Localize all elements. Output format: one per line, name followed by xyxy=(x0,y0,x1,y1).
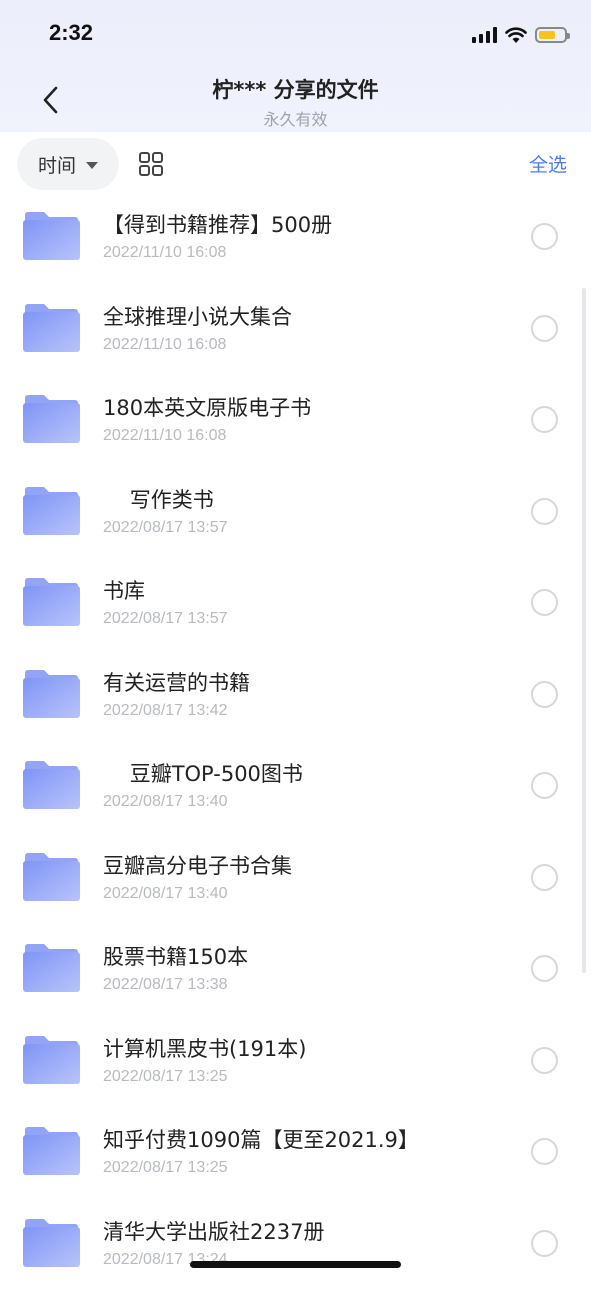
file-name: 知乎付费1090篇【更至2021.9】 xyxy=(103,1124,419,1154)
file-name: 计算机黑皮书(191本) xyxy=(103,1033,306,1063)
file-row[interactable]: 书库 2022/08/17 13:57 xyxy=(0,557,591,649)
file-name: 有关运营的书籍 xyxy=(103,667,250,697)
folder-icon xyxy=(22,943,80,993)
file-name: 写作类书 xyxy=(103,484,214,514)
folder-icon xyxy=(22,394,80,444)
file-date: 2022/08/17 13:57 xyxy=(103,610,228,628)
file-row[interactable]: 知乎付费1090篇【更至2021.9】 2022/08/17 13:25 xyxy=(0,1106,591,1198)
file-name: 股票书籍150本 xyxy=(103,941,248,971)
select-radio[interactable] xyxy=(531,681,558,708)
file-name: 【得到书籍推荐】500册 xyxy=(103,209,332,239)
select-radio[interactable] xyxy=(531,589,558,616)
file-date: 2022/08/17 13:25 xyxy=(103,1159,228,1177)
page-subtitle: 永久有效 xyxy=(0,106,591,130)
grid-view-toggle[interactable] xyxy=(138,151,164,177)
select-radio[interactable] xyxy=(531,955,558,982)
select-radio[interactable] xyxy=(531,315,558,342)
select-all-button[interactable]: 全选 xyxy=(529,150,567,177)
select-radio[interactable] xyxy=(531,223,558,250)
file-row[interactable]: 180本英文原版电子书 2022/11/10 16:08 xyxy=(0,374,591,466)
file-row[interactable]: 有关运营的书籍 2022/08/17 13:42 xyxy=(0,649,591,741)
file-name: 书库 xyxy=(103,575,145,605)
file-date: 2022/08/17 13:42 xyxy=(103,702,228,720)
folder-icon xyxy=(22,1035,80,1085)
file-date: 2022/08/17 13:40 xyxy=(103,793,228,811)
file-row[interactable]: 全球推理小说大集合 2022/11/10 16:08 xyxy=(0,283,591,375)
select-radio[interactable] xyxy=(531,1230,558,1257)
file-date: 2022/08/17 13:40 xyxy=(103,885,228,903)
folder-icon xyxy=(22,1218,80,1268)
sort-dropdown[interactable]: 时间 xyxy=(17,138,119,190)
file-row[interactable]: 【得到书籍推荐】500册 2022/11/10 16:08 xyxy=(0,191,591,283)
caret-down-icon xyxy=(86,162,98,169)
folder-icon xyxy=(22,577,80,627)
folder-icon xyxy=(22,852,80,902)
select-radio[interactable] xyxy=(531,1047,558,1074)
select-radio[interactable] xyxy=(531,772,558,799)
sort-label: 时间 xyxy=(38,151,76,178)
select-radio[interactable] xyxy=(531,406,558,433)
cellular-signal-icon xyxy=(472,27,497,43)
file-row[interactable]: 清华大学出版社2237册 2022/08/17 13:24 xyxy=(0,1198,591,1289)
battery-icon xyxy=(535,27,567,43)
file-date: 2022/11/10 16:08 xyxy=(103,244,226,262)
file-date: 2022/08/17 13:57 xyxy=(103,519,228,537)
file-row[interactable]: 计算机黑皮书(191本) 2022/08/17 13:25 xyxy=(0,1015,591,1107)
file-date: 2022/11/10 16:08 xyxy=(103,336,226,354)
select-radio[interactable] xyxy=(531,1138,558,1165)
file-name: 180本英文原版电子书 xyxy=(103,392,311,422)
file-row[interactable]: 豆瓣TOP-500图书 2022/08/17 13:40 xyxy=(0,740,591,832)
select-radio[interactable] xyxy=(531,864,558,891)
file-row[interactable]: 股票书籍150本 2022/08/17 13:38 xyxy=(0,923,591,1015)
status-time: 2:32 xyxy=(49,20,93,46)
home-indicator[interactable] xyxy=(190,1261,401,1268)
select-radio[interactable] xyxy=(531,498,558,525)
file-name: 全球推理小说大集合 xyxy=(103,301,292,331)
file-date: 2022/08/17 13:25 xyxy=(103,1068,228,1086)
file-row[interactable]: 写作类书 2022/08/17 13:57 xyxy=(0,466,591,558)
file-list: 【得到书籍推荐】500册 2022/11/10 16:08 全球推理小说大集合 … xyxy=(0,191,591,1289)
file-name: 豆瓣高分电子书合集 xyxy=(103,850,292,880)
grid-view-icon xyxy=(138,151,164,177)
folder-icon xyxy=(22,303,80,353)
page-title: 柠*** 分享的文件 xyxy=(0,74,591,104)
file-name: 豆瓣TOP-500图书 xyxy=(103,758,303,788)
file-date: 2022/08/17 13:38 xyxy=(103,976,228,994)
folder-icon xyxy=(22,760,80,810)
file-date: 2022/11/10 16:08 xyxy=(103,427,226,445)
folder-icon xyxy=(22,486,80,536)
file-name: 清华大学出版社2237册 xyxy=(103,1216,324,1246)
folder-icon xyxy=(22,669,80,719)
status-icons xyxy=(472,24,567,46)
folder-icon xyxy=(22,211,80,261)
scrollbar[interactable] xyxy=(582,288,586,973)
folder-icon xyxy=(22,1126,80,1176)
file-row[interactable]: 豆瓣高分电子书合集 2022/08/17 13:40 xyxy=(0,832,591,924)
wifi-icon xyxy=(505,27,527,44)
